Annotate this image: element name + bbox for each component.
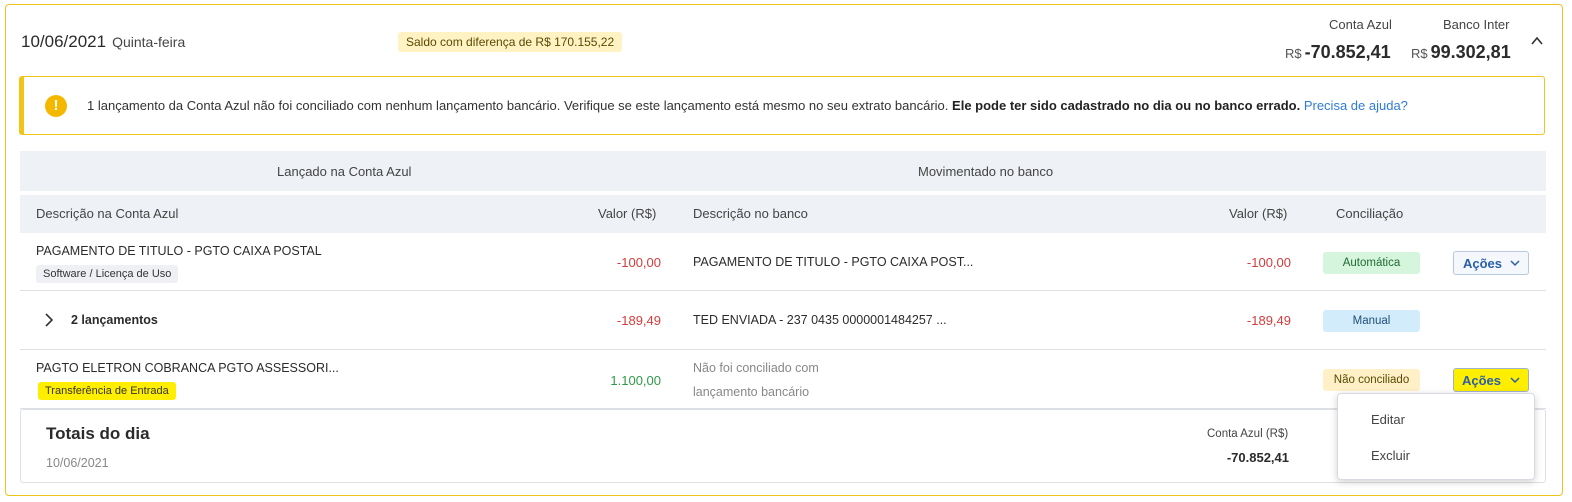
chevron-down-icon bbox=[1510, 260, 1520, 267]
totals-conta-azul-label: Conta Azul (R$) bbox=[1207, 428, 1289, 440]
row-category-tag: Transferência de Entrada bbox=[38, 382, 176, 400]
row-category-tag: Software / Licença de Uso bbox=[36, 265, 179, 283]
day-totals: Totais do dia 10/06/2021 Conta Azul (R$)… bbox=[20, 409, 1546, 483]
table-group-header: Lançado na Conta Azul Movimentado no ban… bbox=[20, 151, 1546, 191]
status-badge: Não conciliado bbox=[1323, 369, 1420, 391]
reconciliation-warning-alert: ! 1 lançamento da Conta Azul não foi con… bbox=[19, 76, 1545, 135]
row-value: -100,00 bbox=[616, 255, 661, 270]
row-description: PAGAMENTO DE TITULO - PGTO CAIXA POSTAL bbox=[36, 244, 322, 258]
row-description: PAGTO ELETRON COBRANCA PGTO ASSESSORI... bbox=[36, 361, 339, 375]
menu-item-edit[interactable]: Editar bbox=[1371, 412, 1405, 427]
alert-bold-text: Ele pode ter sido cadastrado no dia ou n… bbox=[952, 98, 1301, 113]
conta-azul-balance-label: Conta Azul bbox=[1329, 17, 1392, 32]
table-row: PAGTO ELETRON COBRANCA PGTO ASSESSORI...… bbox=[20, 351, 1546, 409]
row-description: 2 lançamentos bbox=[71, 313, 158, 327]
row-value: 1.100,00 bbox=[610, 373, 661, 388]
totals-date: 10/06/2021 bbox=[46, 456, 109, 470]
table-row: PAGAMENTO DE TITULO - PGTO CAIXA POSTAL … bbox=[20, 233, 1546, 291]
conta-azul-balance-value: R$ -70.852,41 bbox=[1285, 42, 1391, 62]
totals-title: Totais do dia bbox=[46, 424, 150, 443]
table-row[interactable]: 2 lançamentos -189,49 TED ENVIADA - 237 … bbox=[20, 292, 1546, 350]
row-bank-value: -189,49 bbox=[1246, 313, 1291, 328]
row-bank-description: TED ENVIADA - 237 0435 0000001484257 ... bbox=[693, 313, 947, 327]
group-label-conta-azul: Lançado na Conta Azul bbox=[277, 164, 412, 179]
day-weekday: Quinta-feira bbox=[112, 34, 186, 50]
banco-inter-balance-value: R$ 99.302,81 bbox=[1411, 42, 1511, 62]
totals-conta-azul-value: -70.852,41 bbox=[1226, 450, 1289, 465]
col-desc-conta-azul: Descrição na Conta Azul bbox=[36, 206, 179, 221]
table-column-header: Descrição na Conta Azul Valor (R$) Descr… bbox=[20, 195, 1546, 233]
day-header: 10/06/2021 Quinta-feira bbox=[21, 32, 185, 52]
group-label-bank: Movimentado no banco bbox=[918, 164, 1054, 179]
alert-message: 1 lançamento da Conta Azul não foi conci… bbox=[87, 98, 1408, 113]
collapse-chevron-up-icon[interactable] bbox=[1531, 35, 1543, 47]
col-value-bank: Valor (R$) bbox=[1229, 206, 1288, 221]
row-bank-value: -100,00 bbox=[1246, 255, 1291, 270]
col-desc-bank: Descrição no banco bbox=[693, 206, 808, 221]
col-value-conta-azul: Valor (R$) bbox=[598, 206, 657, 221]
actions-button[interactable]: Ações bbox=[1453, 368, 1529, 392]
row-bank-description-line2: lançamento bancário bbox=[693, 385, 810, 399]
row-value: -189,49 bbox=[616, 313, 661, 328]
status-badge: Manual bbox=[1323, 310, 1420, 332]
day-date: 10/06/2021 bbox=[21, 32, 107, 51]
col-reconciliation: Conciliação bbox=[1336, 206, 1404, 221]
menu-item-delete[interactable]: Excluir bbox=[1371, 448, 1410, 463]
actions-dropdown-menu: Editar Excluir bbox=[1337, 393, 1535, 480]
chevron-down-icon bbox=[1510, 377, 1520, 384]
expand-chevron-right-icon[interactable] bbox=[45, 313, 54, 327]
status-badge: Automática bbox=[1323, 252, 1420, 274]
actions-button[interactable]: Ações bbox=[1453, 251, 1529, 275]
banco-inter-balance-label: Banco Inter bbox=[1443, 17, 1510, 32]
day-card: 10/06/2021 Quinta-feira Saldo com diferen… bbox=[5, 4, 1563, 496]
row-bank-description-line1: Não foi conciliado com bbox=[693, 361, 819, 375]
help-link[interactable]: Precisa de ajuda? bbox=[1304, 98, 1408, 113]
warning-icon: ! bbox=[45, 95, 67, 117]
row-bank-description: PAGAMENTO DE TITULO - PGTO CAIXA POST... bbox=[693, 255, 974, 269]
balance-difference-badge: Saldo com diferença de R$ 170.155,22 bbox=[398, 32, 623, 52]
